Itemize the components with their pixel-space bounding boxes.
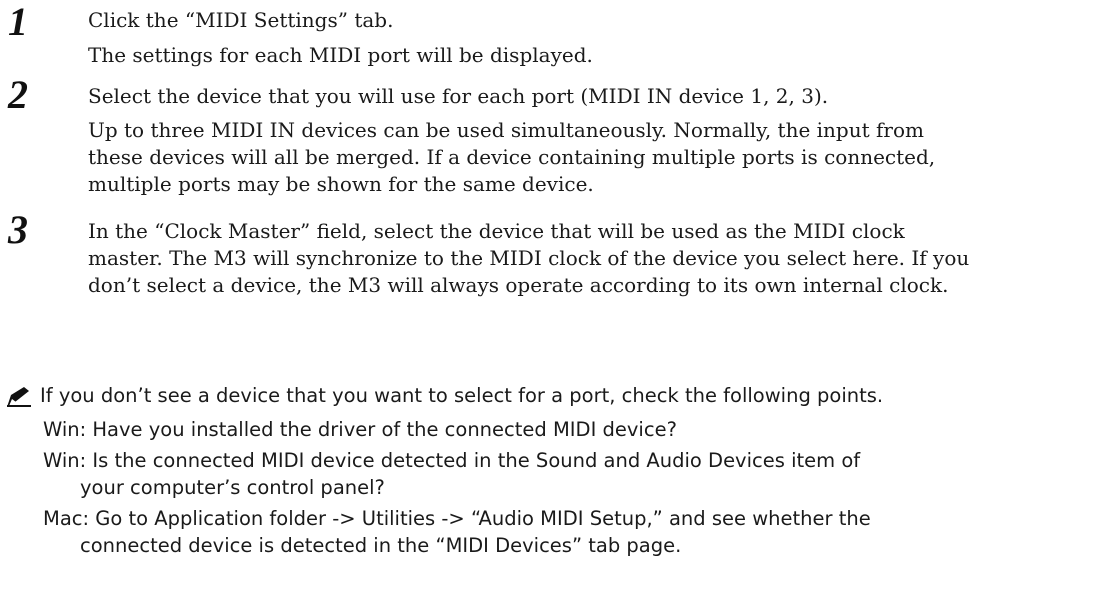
note-item-win-detected-cont: your computer’s control panel? bbox=[80, 476, 385, 499]
step-3-line-1: In the “Clock Master” field, select the … bbox=[88, 219, 905, 243]
step-2-line-4: multiple ports may be shown for the same… bbox=[88, 172, 594, 196]
step-3-line-2: master. The M3 will synchronize to the M… bbox=[88, 246, 970, 270]
note-item-win-detected: Win: Is the connected MIDI device detect… bbox=[43, 449, 861, 472]
step-1-number: 1 bbox=[8, 0, 28, 44]
step-2-line-2: Up to three MIDI IN devices can be used … bbox=[88, 118, 924, 142]
step-3-line-3: don’t select a device, the M3 will alway… bbox=[88, 273, 949, 297]
step-1-line-1: Click the “MIDI Settings” tab. bbox=[88, 8, 394, 32]
step-2-line-1: Select the device that you will use for … bbox=[88, 84, 829, 108]
note-item-mac-setup-cont: connected device is detected in the “MID… bbox=[80, 534, 682, 557]
manual-page: 1 Click the “MIDI Settings” tab. The set… bbox=[0, 0, 1097, 613]
step-3-number: 3 bbox=[8, 207, 28, 252]
note-item-mac-setup: Mac: Go to Application folder -> Utiliti… bbox=[43, 507, 871, 530]
step-2-line-3: these devices will all be merged. If a d… bbox=[88, 145, 936, 169]
step-2-number: 2 bbox=[8, 72, 28, 117]
caution-pencil-icon bbox=[7, 387, 31, 407]
note-intro: If you don’t see a device that you want … bbox=[40, 384, 884, 407]
note-item-win-driver: Win: Have you installed the driver of th… bbox=[43, 418, 677, 441]
step-1-line-2: The settings for each MIDI port will be … bbox=[88, 43, 593, 67]
